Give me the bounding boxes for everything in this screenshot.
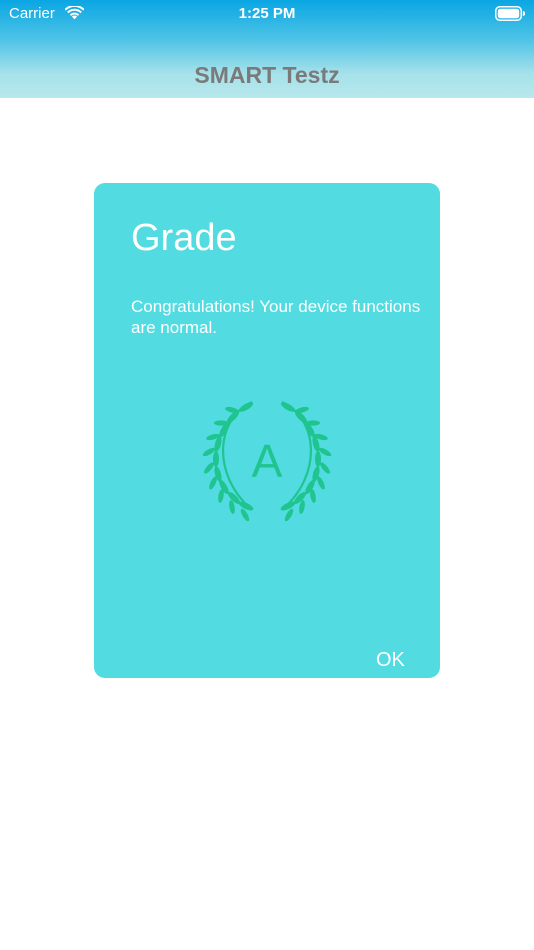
nav-title: SMART Testz bbox=[194, 62, 340, 88]
grade-badge: A bbox=[202, 398, 332, 523]
battery-icon bbox=[495, 6, 525, 21]
status-bar: Carrier 1:25 PM bbox=[0, 0, 534, 28]
header: Carrier 1:25 PM SMART Testz bbox=[0, 0, 534, 98]
grade-dialog: Grade Congratulations! Your device funct… bbox=[94, 183, 440, 678]
grade-letter: A bbox=[251, 435, 283, 487]
dialog-title: Grade bbox=[131, 217, 237, 259]
dialog-message: Congratulations! Your device functions a… bbox=[131, 297, 421, 337]
ok-button[interactable]: OK bbox=[376, 649, 405, 672]
status-time: 1:25 PM bbox=[238, 5, 296, 22]
